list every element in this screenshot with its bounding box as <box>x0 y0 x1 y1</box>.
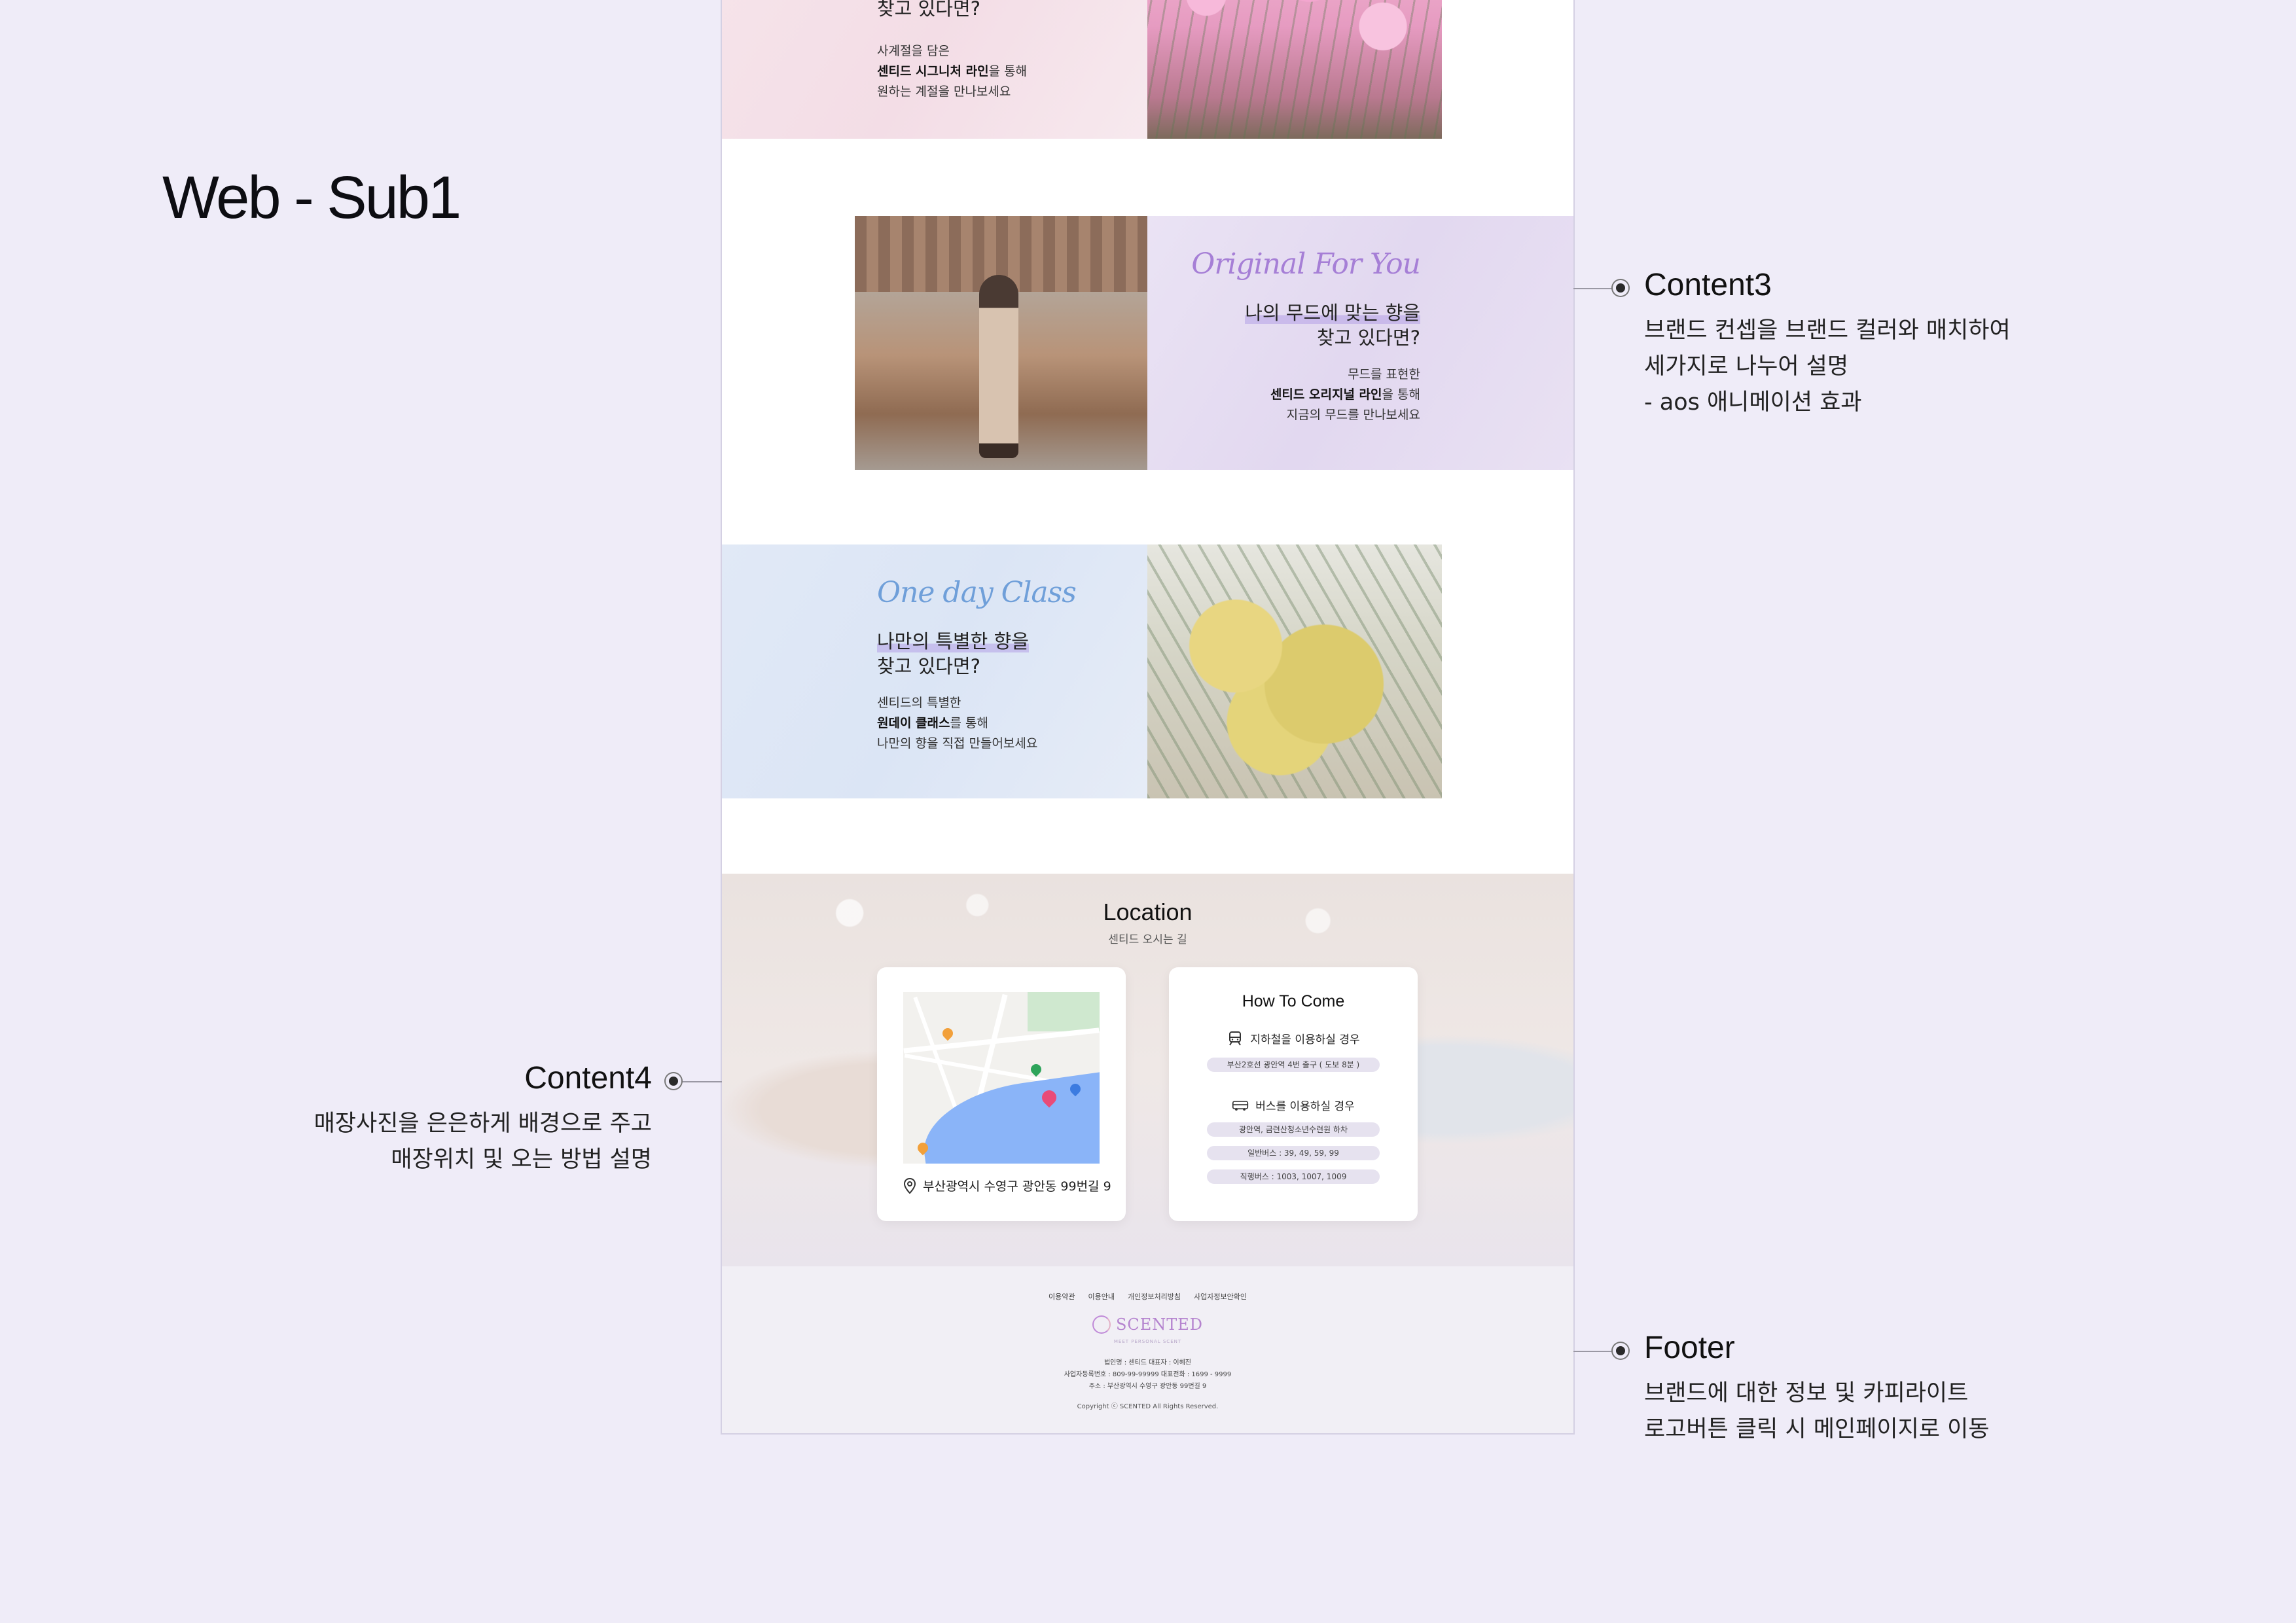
footer-address-info: 주소 : 부산광역시 수영구 광안동 99번길 9 <box>1088 1383 1207 1390</box>
footer-copyright: Copyright ⓒ SCENTED All Rights Reserved. <box>1077 1403 1219 1410</box>
footer-link-privacy[interactable]: 개인정보처리방침 <box>1128 1291 1181 1302</box>
signature-text-panel: 찾고 있다면? 사계절을 담은 센티드 시그니처 라인을 통해 원하는 계절을 … <box>722 0 1147 139</box>
woman-figure <box>979 275 1018 458</box>
signature-question: 찾고 있다면? <box>877 0 981 20</box>
content3-heading: Content3 <box>1644 268 1772 302</box>
footer-logo-button[interactable]: SCENTED MEET PERSONAL SCENT <box>722 1315 1573 1344</box>
oneday-class-card: One day Class 나만의 특별한 향을 찾고 있다면? 센티드의 특별… <box>722 544 1442 798</box>
footer-link-terms[interactable]: 이용약관 <box>1049 1291 1075 1302</box>
map-park-area <box>1028 992 1100 1031</box>
footer-link-business-info[interactable]: 사업자정보안확인 <box>1194 1291 1247 1302</box>
location-title: Location <box>1103 899 1193 925</box>
content3-leader-line <box>1573 288 1621 289</box>
content4-heading: Content4 <box>524 1061 652 1096</box>
subway-icon <box>1229 1031 1242 1046</box>
footer-logo-tagline: MEET PERSONAL SCENT <box>1113 1339 1182 1344</box>
bus-stop-detail: 광안역, 금련산청소년수련원 하차 <box>1207 1122 1380 1137</box>
address-text: 부산광역시 수영구 광안동 99번길 9 <box>923 1179 1111 1194</box>
bus-express-detail: 직행버스 : 1003, 1007, 1009 <box>1207 1169 1380 1184</box>
bus-general-detail: 일반버스 : 39, 49, 59, 99 <box>1207 1146 1380 1160</box>
footer-marker-dot <box>1616 1346 1625 1355</box>
footer-annotation-heading: Footer <box>1644 1330 1735 1365</box>
location-subtitle: 센티드 오시는 길 <box>1108 933 1187 946</box>
content4-description: 매장사진을 은은하게 배경으로 주고 매장위치 및 오는 방법 설명 <box>314 1111 652 1173</box>
pink-flower-field-photo <box>1147 0 1442 139</box>
footer-registration-info: 사업자등록번호 : 809-99-99999 대표전화 : 1699 - 999… <box>1064 1371 1232 1378</box>
map-marker-icon <box>1028 1061 1044 1077</box>
how-to-come-title: How To Come <box>1242 992 1345 1010</box>
content4-annotation: Content4 매장사진을 은은하게 배경으로 주고 매장위치 및 오는 방법… <box>314 1063 652 1178</box>
map-marker-icon <box>940 1026 956 1041</box>
footer-leader-line <box>1573 1351 1621 1352</box>
original-line-card: Original For You 나의 무드에 맞는 향을 찾고 있다면? 무드… <box>855 216 1573 470</box>
woman-walking-photo <box>855 216 1147 470</box>
location-section: Location 센티드 오시는 길 부산광역시 수영구 광안동 99번길 9 … <box>722 874 1573 1266</box>
mimosa-bouquet-photo <box>1147 544 1442 798</box>
oneday-description: 센티드의 특별한 원데이 클래스를 통해 나만의 향을 직접 만들어보세요 <box>877 696 1038 751</box>
content4-leader-line <box>677 1081 722 1082</box>
footer-link-guide[interactable]: 이용안내 <box>1088 1291 1115 1302</box>
footer-annotation: Footer 브랜드에 대한 정보 및 카피라이트 로고버튼 클릭 시 메인페이… <box>1644 1332 1990 1448</box>
scented-logo-icon <box>1092 1315 1111 1334</box>
bus-icon <box>1232 1100 1249 1111</box>
footer-logo-name: SCENTED <box>1115 1315 1204 1334</box>
content3-marker-dot <box>1616 283 1625 293</box>
how-to-come-panel: How To Come 지하철을 이용하실 경우 부산2호선 광안역 4번 출구… <box>1169 967 1418 1221</box>
web-page-mockup: 찾고 있다면? 사계절을 담은 센티드 시그니처 라인을 통해 원하는 계절을 … <box>722 0 1573 1433</box>
signature-line-card: 찾고 있다면? 사계절을 담은 센티드 시그니처 라인을 통해 원하는 계절을 … <box>722 0 1442 139</box>
subway-detail: 부산2호선 광안역 4번 출구 ( 도보 8분 ) <box>1207 1058 1380 1072</box>
oneday-question: 나만의 특별한 향을 찾고 있다면? <box>877 630 1029 677</box>
original-question: 나의 무드에 맞는 향을 찾고 있다면? <box>1245 302 1420 349</box>
store-map[interactable] <box>903 992 1100 1164</box>
site-footer: 이용약관 이용안내 개인정보처리방침 사업자정보안확인 SCENTED MEET… <box>722 1266 1573 1433</box>
content3-annotation: Content3 브랜드 컨셉을 브랜드 컬러와 매치하여 세가지로 나누어 설… <box>1644 270 2011 421</box>
store-address: 부산광역시 수영구 광안동 99번길 9 <box>903 1177 1111 1194</box>
oneday-text-panel: One day Class 나만의 특별한 향을 찾고 있다면? 센티드의 특별… <box>722 544 1147 798</box>
bus-heading: 버스를 이용하실 경우 <box>1169 1097 1418 1113</box>
oneday-script-title: One day Class <box>877 576 1077 609</box>
content3-description: 브랜드 컨셉을 브랜드 컬러와 매치하여 세가지로 나누어 설명 - aos 애… <box>1644 317 2011 416</box>
footer-links: 이용약관 이용안내 개인정보처리방침 사업자정보안확인 <box>722 1291 1573 1302</box>
board-title: Web - Sub1 <box>162 164 461 231</box>
original-script-title: Original For You <box>1191 247 1421 281</box>
subway-heading: 지하철을 이용하실 경우 <box>1169 1030 1418 1046</box>
map-panel: 부산광역시 수영구 광안동 99번길 9 <box>877 967 1126 1221</box>
original-description: 무드를 표현한 센티드 오리지널 라인을 통해 지금의 무드를 만나보세요 <box>1270 367 1420 422</box>
footer-company-info: 법인명 : 센티드 대표자 : 이혜진 <box>1103 1359 1192 1366</box>
signature-description: 사계절을 담은 센티드 시그니처 라인을 통해 원하는 계절을 만나보세요 <box>877 44 1028 99</box>
footer-annotation-description: 브랜드에 대한 정보 및 카피라이트 로고버튼 클릭 시 메인페이지로 이동 <box>1644 1380 1990 1442</box>
content4-marker-dot <box>669 1077 678 1086</box>
original-text-panel: Original For You 나의 무드에 맞는 향을 찾고 있다면? 무드… <box>1147 216 1573 470</box>
location-pin-icon <box>903 1177 916 1194</box>
